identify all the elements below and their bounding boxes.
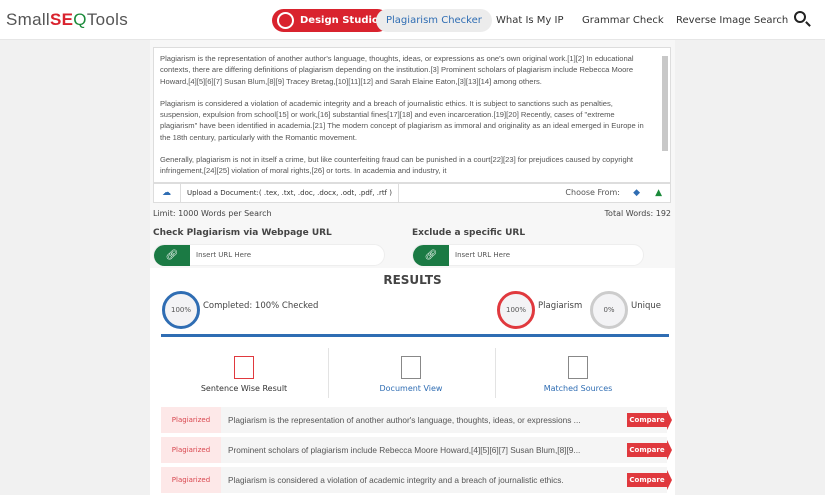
progress-bar <box>161 334 669 337</box>
search-icon[interactable] <box>794 11 806 23</box>
nav-grammar-check[interactable]: Grammar Check <box>572 9 674 32</box>
plagiarism-label: Plagiarism <box>538 301 583 311</box>
plagiarism-circle: 100% <box>497 291 535 329</box>
exclude-url-label: Exclude a specific URL <box>412 228 526 238</box>
nav-what-is-my-ip[interactable]: What Is My IP <box>486 9 574 32</box>
exclude-url-input[interactable]: 🔗︎ Insert URL Here <box>412 244 644 266</box>
nav-plagiarism-checker[interactable]: Plagiarism Checker <box>376 9 492 32</box>
logo[interactable]: SmallSEQTools <box>6 10 128 30</box>
tab-matched-sources[interactable]: Matched Sources <box>495 348 661 398</box>
text-input-area[interactable]: Plagiarism is the representation of anot… <box>153 47 671 183</box>
unique-circle: 0% <box>590 291 628 329</box>
tab-sentence-wise[interactable]: Sentence Wise Result <box>161 348 327 398</box>
check-url-label: Check Plagiarism via Webpage URL <box>153 228 332 238</box>
nav-reverse-image-search[interactable]: Reverse Image Search <box>666 9 798 32</box>
link-icon: 🔗︎ <box>154 245 190 266</box>
result-row: Plagiarized Plagiarism is the representat… <box>161 407 672 433</box>
tab-document-view[interactable]: Document View <box>328 348 494 398</box>
nav-design-studio[interactable]: Design Studio <box>272 9 389 32</box>
link-icon: 🔗︎ <box>413 245 449 266</box>
sentence-list-icon <box>234 356 254 379</box>
upload-bar: ☁ Upload a Document:( .tex, .txt, .doc, … <box>153 183 671 203</box>
compare-button[interactable]: Compare <box>627 410 672 430</box>
compare-button[interactable]: Compare <box>627 440 672 460</box>
completed-text: Completed: 100% Checked <box>203 301 319 311</box>
word-limit: Limit: 1000 Words per Search <box>153 209 272 218</box>
matched-sources-icon <box>568 356 588 379</box>
completed-circle: 100% <box>162 291 200 329</box>
main-card: Plagiarism is the representation of anot… <box>150 40 675 495</box>
results-title: RESULTS <box>383 273 442 287</box>
unique-label: Unique <box>631 301 661 311</box>
scrollbar[interactable] <box>662 56 668 151</box>
result-row: Plagiarized Prominent scholars of plagiar… <box>161 437 672 463</box>
upload-document-button[interactable]: Upload a Document:( .tex, .txt, .doc, .d… <box>180 184 399 202</box>
result-row: Plagiarized Plagiarism is considered a vi… <box>161 467 672 493</box>
header: SmallSEQTools Design Studio Plagiarism C… <box>0 0 825 40</box>
design-studio-icon <box>277 12 294 29</box>
results-section: RESULTS 100% Completed: 100% Checked 100… <box>150 268 675 495</box>
check-url-input[interactable]: 🔗︎ Insert URL Here <box>153 244 385 266</box>
dropbox-icon[interactable]: ◆ <box>633 184 640 202</box>
upload-cloud-icon[interactable]: ☁ <box>162 184 171 202</box>
document-search-icon <box>401 356 421 379</box>
total-words: Total Words: 192 <box>604 209 671 218</box>
compare-button[interactable]: Compare <box>627 470 672 490</box>
google-drive-icon[interactable]: ▲ <box>655 184 662 202</box>
